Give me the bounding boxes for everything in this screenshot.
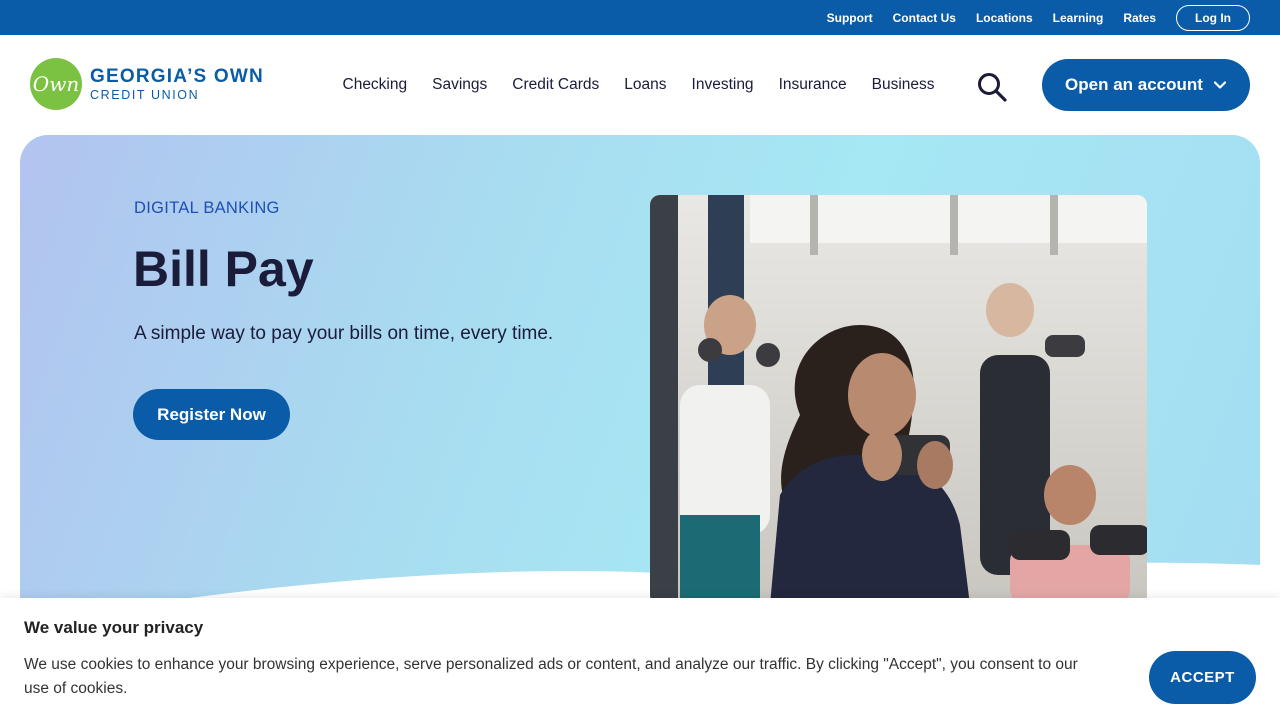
cookie-text: We use cookies to enhance your browsing … bbox=[24, 656, 1078, 697]
logo-line-1: GEORGIA’S OWN bbox=[90, 65, 264, 87]
logo-mark: Own bbox=[30, 58, 82, 110]
hero-section: DIGITAL BANKING Bill Pay A simple way to… bbox=[20, 135, 1260, 655]
utility-link-learning[interactable]: Learning bbox=[1053, 11, 1104, 25]
utility-link-support[interactable]: Support bbox=[827, 11, 873, 25]
utility-link-rates[interactable]: Rates bbox=[1123, 11, 1156, 25]
login-button[interactable]: Log In bbox=[1176, 4, 1250, 31]
cookie-banner: We value your privacy We use cookies to … bbox=[0, 598, 1280, 720]
nav-item-savings[interactable]: Savings bbox=[432, 76, 487, 94]
nav-item-checking[interactable]: Checking bbox=[343, 76, 408, 94]
site-header: Own GEORGIA’S OWN CREDIT UNION Checking … bbox=[0, 35, 1280, 135]
chevron-down-icon bbox=[1213, 81, 1227, 89]
nav-item-loans[interactable]: Loans bbox=[624, 76, 666, 94]
hero-photo bbox=[650, 195, 1147, 605]
nav-item-investing[interactable]: Investing bbox=[692, 76, 754, 94]
utility-bar: Support Contact Us Locations Learning Ra… bbox=[0, 0, 1280, 35]
logo[interactable]: Own GEORGIA’S OWN CREDIT UNION bbox=[30, 58, 264, 110]
main-nav: Checking Savings Credit Cards Loans Inve… bbox=[330, 35, 947, 135]
utility-link-contact-us[interactable]: Contact Us bbox=[893, 11, 956, 25]
search-icon[interactable] bbox=[976, 71, 1008, 103]
open-account-label: Open an account bbox=[1065, 75, 1203, 94]
hero-eyebrow: DIGITAL BANKING bbox=[134, 199, 280, 217]
nav-item-credit-cards[interactable]: Credit Cards bbox=[512, 76, 599, 94]
logo-text: GEORGIA’S OWN CREDIT UNION bbox=[90, 67, 264, 102]
accept-cookies-button[interactable]: ACCEPT bbox=[1149, 651, 1256, 704]
nav-item-insurance[interactable]: Insurance bbox=[779, 76, 847, 94]
utility-links: Support Contact Us Locations Learning Ra… bbox=[807, 0, 1250, 35]
logo-line-2: CREDIT UNION bbox=[90, 87, 200, 102]
page-title: Bill Pay bbox=[133, 241, 314, 297]
hero-subtitle: A simple way to pay your bills on time, … bbox=[134, 323, 554, 344]
nav-item-business[interactable]: Business bbox=[872, 76, 935, 94]
cookie-title: We value your privacy bbox=[24, 618, 204, 637]
register-now-button[interactable]: Register Now bbox=[133, 389, 290, 440]
open-account-button[interactable]: Open an account bbox=[1042, 59, 1250, 111]
utility-link-locations[interactable]: Locations bbox=[976, 11, 1033, 25]
